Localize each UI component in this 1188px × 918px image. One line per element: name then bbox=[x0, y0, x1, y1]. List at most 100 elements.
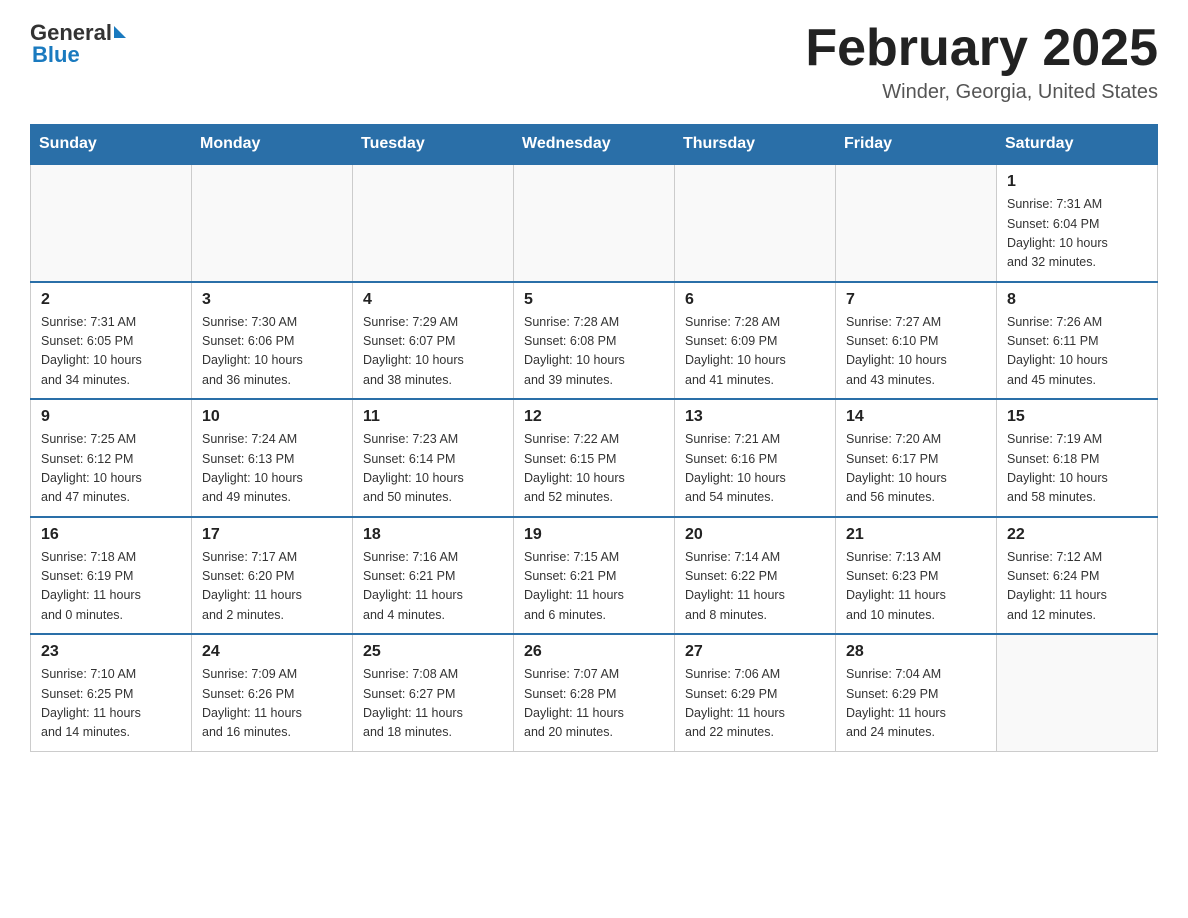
day-info: Sunrise: 7:26 AM Sunset: 6:11 PM Dayligh… bbox=[1007, 313, 1147, 391]
weekday-header-monday: Monday bbox=[192, 125, 353, 165]
day-number: 20 bbox=[685, 526, 825, 544]
day-info: Sunrise: 7:12 AM Sunset: 6:24 PM Dayligh… bbox=[1007, 548, 1147, 626]
calendar-cell: 22 Sunrise: 7:12 AM Sunset: 6:24 PM Dayli… bbox=[997, 517, 1158, 635]
calendar-week-row: 23 Sunrise: 7:10 AM Sunset: 6:25 PM Dayli… bbox=[31, 634, 1158, 751]
day-number: 11 bbox=[363, 408, 503, 426]
calendar-cell: 21Sunrise: 7:13 AM Sunset: 6:23 PM Dayli… bbox=[836, 517, 997, 635]
day-info: Sunrise: 7:09 AM Sunset: 6:26 PM Dayligh… bbox=[202, 665, 342, 743]
calendar-cell: 14Sunrise: 7:20 AM Sunset: 6:17 PM Dayli… bbox=[836, 399, 997, 517]
day-info: Sunrise: 7:28 AM Sunset: 6:08 PM Dayligh… bbox=[524, 313, 664, 391]
day-number: 2 bbox=[41, 291, 181, 309]
day-info: Sunrise: 7:21 AM Sunset: 6:16 PM Dayligh… bbox=[685, 430, 825, 508]
weekday-header-wednesday: Wednesday bbox=[514, 125, 675, 165]
day-number: 6 bbox=[685, 291, 825, 309]
calendar-cell: 28 Sunrise: 7:04 AM Sunset: 6:29 PM Dayli… bbox=[836, 634, 997, 751]
day-info: Sunrise: 7:23 AM Sunset: 6:14 PM Dayligh… bbox=[363, 430, 503, 508]
weekday-header-thursday: Thursday bbox=[675, 125, 836, 165]
calendar-cell: 16Sunrise: 7:18 AM Sunset: 6:19 PM Dayli… bbox=[31, 517, 192, 635]
calendar-cell: 9Sunrise: 7:25 AM Sunset: 6:12 PM Daylig… bbox=[31, 399, 192, 517]
calendar-table: SundayMondayTuesdayWednesdayThursdayFrid… bbox=[30, 124, 1158, 752]
calendar-cell: 11 Sunrise: 7:23 AM Sunset: 6:14 PM Dayli… bbox=[353, 399, 514, 517]
day-number: 18 bbox=[363, 526, 503, 544]
calendar-cell: 7Sunrise: 7:27 AM Sunset: 6:10 PM Daylig… bbox=[836, 282, 997, 400]
day-number: 22 bbox=[1007, 526, 1147, 544]
day-number: 1 bbox=[1007, 173, 1147, 191]
day-info: Sunrise: 7:10 AM Sunset: 6:25 PM Dayligh… bbox=[41, 665, 181, 743]
day-number: 16 bbox=[41, 526, 181, 544]
page-header: General Blue February 2025 Winder, Georg… bbox=[30, 20, 1158, 104]
day-info: Sunrise: 7:14 AM Sunset: 6:22 PM Dayligh… bbox=[685, 548, 825, 626]
month-title: February 2025 bbox=[805, 20, 1158, 77]
day-info: Sunrise: 7:29 AM Sunset: 6:07 PM Dayligh… bbox=[363, 313, 503, 391]
calendar-cell: 17 Sunrise: 7:17 AM Sunset: 6:20 PM Dayli… bbox=[192, 517, 353, 635]
day-info: Sunrise: 7:06 AM Sunset: 6:29 PM Dayligh… bbox=[685, 665, 825, 743]
day-info: Sunrise: 7:31 AM Sunset: 6:04 PM Dayligh… bbox=[1007, 195, 1147, 273]
day-number: 3 bbox=[202, 291, 342, 309]
day-info: Sunrise: 7:22 AM Sunset: 6:15 PM Dayligh… bbox=[524, 430, 664, 508]
calendar-cell: 2 Sunrise: 7:31 AM Sunset: 6:05 PM Daylig… bbox=[31, 282, 192, 400]
calendar-cell: 25 Sunrise: 7:08 AM Sunset: 6:27 PM Dayli… bbox=[353, 634, 514, 751]
logo-blue-text: Blue bbox=[32, 42, 80, 68]
day-info: Sunrise: 7:19 AM Sunset: 6:18 PM Dayligh… bbox=[1007, 430, 1147, 508]
logo: General Blue bbox=[30, 20, 126, 68]
calendar-week-row: 9Sunrise: 7:25 AM Sunset: 6:12 PM Daylig… bbox=[31, 399, 1158, 517]
day-number: 13 bbox=[685, 408, 825, 426]
calendar-cell: 20 Sunrise: 7:14 AM Sunset: 6:22 PM Dayli… bbox=[675, 517, 836, 635]
day-info: Sunrise: 7:24 AM Sunset: 6:13 PM Dayligh… bbox=[202, 430, 342, 508]
weekday-header-tuesday: Tuesday bbox=[353, 125, 514, 165]
day-number: 23 bbox=[41, 643, 181, 661]
day-info: Sunrise: 7:28 AM Sunset: 6:09 PM Dayligh… bbox=[685, 313, 825, 391]
calendar-cell: 15 Sunrise: 7:19 AM Sunset: 6:18 PM Dayli… bbox=[997, 399, 1158, 517]
calendar-cell: 1 Sunrise: 7:31 AM Sunset: 6:04 PM Daylig… bbox=[997, 164, 1158, 282]
day-number: 4 bbox=[363, 291, 503, 309]
day-number: 24 bbox=[202, 643, 342, 661]
calendar-cell bbox=[192, 164, 353, 282]
calendar-cell: 3Sunrise: 7:30 AM Sunset: 6:06 PM Daylig… bbox=[192, 282, 353, 400]
day-number: 8 bbox=[1007, 291, 1147, 309]
day-info: Sunrise: 7:04 AM Sunset: 6:29 PM Dayligh… bbox=[846, 665, 986, 743]
calendar-cell bbox=[353, 164, 514, 282]
weekday-header-sunday: Sunday bbox=[31, 125, 192, 165]
calendar-header-row: SundayMondayTuesdayWednesdayThursdayFrid… bbox=[31, 125, 1158, 165]
calendar-week-row: 1 Sunrise: 7:31 AM Sunset: 6:04 PM Daylig… bbox=[31, 164, 1158, 282]
logo-triangle-icon bbox=[114, 26, 126, 38]
calendar-cell bbox=[997, 634, 1158, 751]
day-number: 12 bbox=[524, 408, 664, 426]
day-info: Sunrise: 7:08 AM Sunset: 6:27 PM Dayligh… bbox=[363, 665, 503, 743]
calendar-week-row: 16Sunrise: 7:18 AM Sunset: 6:19 PM Dayli… bbox=[31, 517, 1158, 635]
weekday-header-saturday: Saturday bbox=[997, 125, 1158, 165]
day-info: Sunrise: 7:15 AM Sunset: 6:21 PM Dayligh… bbox=[524, 548, 664, 626]
day-number: 26 bbox=[524, 643, 664, 661]
day-number: 17 bbox=[202, 526, 342, 544]
calendar-week-row: 2 Sunrise: 7:31 AM Sunset: 6:05 PM Daylig… bbox=[31, 282, 1158, 400]
calendar-cell: 24 Sunrise: 7:09 AM Sunset: 6:26 PM Dayli… bbox=[192, 634, 353, 751]
day-info: Sunrise: 7:07 AM Sunset: 6:28 PM Dayligh… bbox=[524, 665, 664, 743]
day-number: 15 bbox=[1007, 408, 1147, 426]
day-number: 7 bbox=[846, 291, 986, 309]
calendar-cell: 19 Sunrise: 7:15 AM Sunset: 6:21 PM Dayli… bbox=[514, 517, 675, 635]
weekday-header-friday: Friday bbox=[836, 125, 997, 165]
location-subtitle: Winder, Georgia, United States bbox=[805, 81, 1158, 104]
calendar-cell: 6 Sunrise: 7:28 AM Sunset: 6:09 PM Daylig… bbox=[675, 282, 836, 400]
day-number: 27 bbox=[685, 643, 825, 661]
day-number: 19 bbox=[524, 526, 664, 544]
calendar-cell bbox=[31, 164, 192, 282]
calendar-cell: 26 Sunrise: 7:07 AM Sunset: 6:28 PM Dayli… bbox=[514, 634, 675, 751]
day-number: 10 bbox=[202, 408, 342, 426]
day-number: 5 bbox=[524, 291, 664, 309]
day-info: Sunrise: 7:17 AM Sunset: 6:20 PM Dayligh… bbox=[202, 548, 342, 626]
day-number: 28 bbox=[846, 643, 986, 661]
day-number: 14 bbox=[846, 408, 986, 426]
title-block: February 2025 Winder, Georgia, United St… bbox=[805, 20, 1158, 104]
calendar-cell: 18 Sunrise: 7:16 AM Sunset: 6:21 PM Dayli… bbox=[353, 517, 514, 635]
calendar-cell: 8 Sunrise: 7:26 AM Sunset: 6:11 PM Daylig… bbox=[997, 282, 1158, 400]
calendar-cell: 27 Sunrise: 7:06 AM Sunset: 6:29 PM Dayli… bbox=[675, 634, 836, 751]
day-info: Sunrise: 7:16 AM Sunset: 6:21 PM Dayligh… bbox=[363, 548, 503, 626]
calendar-cell: 13 Sunrise: 7:21 AM Sunset: 6:16 PM Dayli… bbox=[675, 399, 836, 517]
day-info: Sunrise: 7:31 AM Sunset: 6:05 PM Dayligh… bbox=[41, 313, 181, 391]
calendar-cell bbox=[836, 164, 997, 282]
calendar-cell: 12 Sunrise: 7:22 AM Sunset: 6:15 PM Dayli… bbox=[514, 399, 675, 517]
calendar-cell bbox=[675, 164, 836, 282]
day-number: 9 bbox=[41, 408, 181, 426]
day-number: 25 bbox=[363, 643, 503, 661]
